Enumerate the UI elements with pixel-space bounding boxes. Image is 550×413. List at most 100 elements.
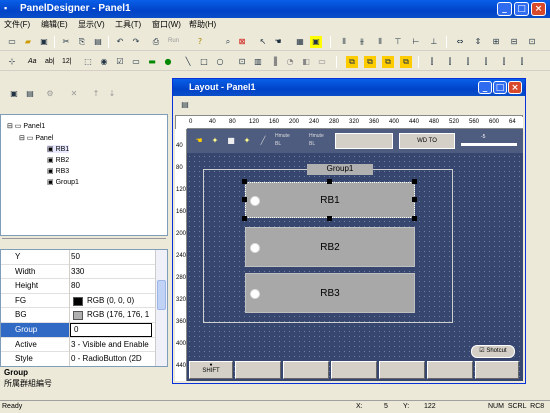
align-middle-icon[interactable]: ⊢ [410, 36, 422, 48]
paste-icon[interactable]: ▤ [92, 36, 104, 48]
redo-icon[interactable]: ↷ [130, 36, 142, 48]
bulb-icon[interactable]: ✦ [209, 135, 221, 147]
menu-tools[interactable]: 工具(T) [115, 19, 141, 30]
align-top-icon[interactable]: ⊤ [392, 36, 404, 48]
frame-tool-icon[interactable]: ⬚ [82, 56, 94, 68]
new-file-icon[interactable]: ▭ [6, 36, 18, 48]
ellipse-tool-icon[interactable]: ○ [214, 56, 226, 68]
trend-tool-icon[interactable]: ◧ [300, 56, 312, 68]
radio-tool-icon[interactable]: ◉ [98, 56, 110, 68]
print-icon[interactable]: ⎙ [150, 36, 162, 48]
zoom-icon[interactable]: ⌕ [222, 36, 234, 48]
menu-edit[interactable]: 编辑(E) [41, 19, 68, 30]
tree-root[interactable]: ⊟ ▭ Panel1 [7, 122, 45, 130]
tree-view-icon[interactable]: ▣ [8, 88, 20, 100]
menu-help[interactable]: 帮助(H) [189, 19, 216, 30]
run-button[interactable]: Run [168, 38, 179, 44]
rect-tool-icon[interactable]: □ [198, 56, 210, 68]
property-scrollbar[interactable] [155, 250, 167, 366]
design-canvas[interactable]: ☚ ✦ ■ ✦ ╱ Hmute BL Hmute BL WD TO -5 Gro… [187, 129, 523, 381]
hand-icon[interactable]: ☚ [272, 36, 284, 48]
square-icon[interactable]: ■ [225, 135, 237, 147]
group-input[interactable]: 0 [70, 323, 152, 337]
rb1-button[interactable]: RB1 [245, 182, 415, 218]
rb3-button[interactable]: RB3 [245, 273, 415, 313]
font-tool[interactable]: Aa [28, 58, 37, 65]
slider-tool-icon[interactable]: ▭ [316, 56, 328, 68]
table-tool-icon[interactable]: ▥ [252, 56, 264, 68]
led-tool-icon[interactable]: ▬ [146, 56, 158, 68]
prop-row-group[interactable]: Group 0 [1, 323, 155, 338]
minimize-button[interactable]: _ [497, 2, 512, 16]
number-tool[interactable]: 12| [62, 58, 72, 65]
layout-minimize-button[interactable]: _ [478, 81, 492, 94]
group-icon[interactable]: ⧉ [346, 56, 358, 68]
save-icon[interactable]: ▣ [38, 36, 50, 48]
hand-palette-icon[interactable]: ☚ [193, 135, 205, 147]
copy-icon[interactable]: ⎘ [76, 36, 88, 48]
wd-to-button[interactable]: WD TO [399, 133, 455, 149]
fit-icon[interactable]: ⊠ [236, 36, 248, 48]
shotcut-button[interactable]: ☑ Shotcut [471, 345, 515, 358]
layout-page-icon[interactable]: ▤ [179, 99, 191, 111]
panel-blank-button[interactable] [335, 133, 393, 149]
page-icon[interactable]: ▤ [24, 88, 36, 100]
tree-item-rb1[interactable]: ▣ RB1 [47, 145, 70, 153]
softkey-5[interactable] [379, 361, 425, 379]
same-height-icon[interactable]: ⇕ [472, 36, 484, 48]
select-tool-icon[interactable]: ⊹ [6, 56, 18, 68]
line-tool-icon[interactable]: ╲ [182, 56, 194, 68]
move-down-icon[interactable]: ↓ [106, 88, 118, 100]
tree-item-rb3[interactable]: ▣ RB3 [47, 167, 69, 175]
align-bottom-icon[interactable]: ⊥ [428, 36, 440, 48]
softkey-4[interactable] [331, 361, 377, 379]
menu-window[interactable]: 窗口(W) [152, 19, 181, 30]
textbox-tool[interactable]: ab| [45, 58, 55, 65]
tree-panel[interactable]: ⊟ ▭ Panel [19, 134, 53, 142]
tree-item-rb2[interactable]: ▣ RB2 [47, 156, 69, 164]
maximize-button[interactable]: □ [514, 2, 529, 16]
tree-item-group1[interactable]: ▣ Group1 [47, 178, 79, 186]
cut-icon[interactable]: ✂ [60, 36, 72, 48]
dist-3-icon[interactable]: ⫿ [462, 56, 474, 68]
menu-view[interactable]: 显示(V) [78, 19, 105, 30]
open-folder-icon[interactable]: ▰ [22, 36, 34, 48]
same-width-icon[interactable]: ⇔ [454, 36, 466, 48]
align-center-icon[interactable]: ⫵ [356, 36, 368, 48]
prop-icon[interactable]: ⚙ [44, 88, 56, 100]
softkey-3[interactable] [283, 361, 329, 379]
snap-icon[interactable]: ▣ [310, 36, 322, 48]
softkey-7[interactable] [475, 361, 519, 379]
undo-icon[interactable]: ↶ [114, 36, 126, 48]
lamp-tool-icon[interactable]: ● [162, 56, 174, 68]
softkey-2[interactable] [235, 361, 281, 379]
dist-1-icon[interactable]: ⫿ [426, 56, 438, 68]
delete-icon[interactable]: ✕ [68, 88, 80, 100]
menu-file[interactable]: 文件(F) [4, 19, 30, 30]
prop-row-fg[interactable]: FG RGB (0, 0, 0) [1, 293, 155, 309]
front-icon[interactable]: ⧉ [382, 56, 394, 68]
prop-row-active[interactable]: Active 3 - Visible and Enable [1, 337, 155, 353]
grid-icon[interactable]: ▦ [294, 36, 306, 48]
center-icon[interactable]: ⊡ [526, 36, 538, 48]
panel-slider[interactable]: -5 [461, 133, 517, 149]
space-v-icon[interactable]: ⊟ [508, 36, 520, 48]
bar-tool-icon[interactable]: ▐ [268, 56, 280, 68]
image-tool-icon[interactable]: ⊡ [236, 56, 248, 68]
dist-5-icon[interactable]: ⫿ [498, 56, 510, 68]
checkbox-tool-icon[interactable]: ☑ [114, 56, 126, 68]
prop-row-bg[interactable]: BG RGB (176, 176, 1 [1, 308, 155, 324]
meter-tool-icon[interactable]: ◔ [284, 56, 296, 68]
scroll-thumb[interactable] [157, 280, 166, 310]
align-left-icon[interactable]: ⫴ [338, 36, 350, 48]
pointer-icon[interactable]: ↖ [257, 36, 269, 48]
ungroup-icon[interactable]: ⧉ [364, 56, 376, 68]
button-tool-icon[interactable]: ▭ [130, 56, 142, 68]
space-h-icon[interactable]: ⊞ [490, 36, 502, 48]
layout-close-button[interactable]: × [508, 81, 522, 94]
dist-6-icon[interactable]: ⫿ [516, 56, 528, 68]
dist-4-icon[interactable]: ⫿ [480, 56, 492, 68]
pen-icon[interactable]: ╱ [257, 135, 269, 147]
align-right-icon[interactable]: ⫴ [374, 36, 386, 48]
dist-2-icon[interactable]: ⫿ [444, 56, 456, 68]
